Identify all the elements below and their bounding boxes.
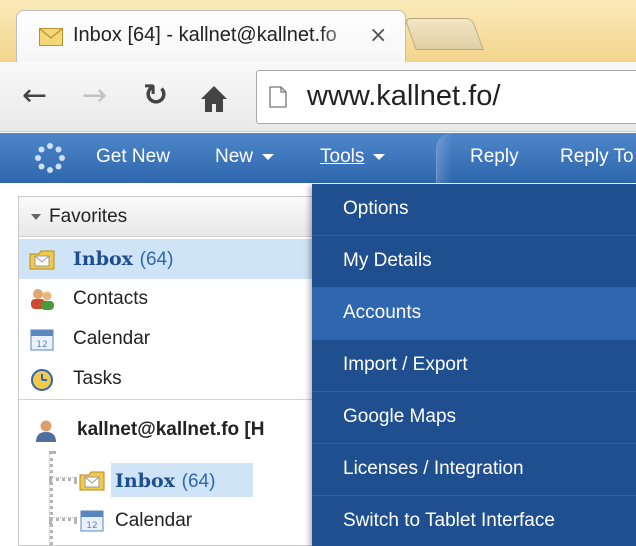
user-icon	[36, 420, 56, 442]
collapse-caret-icon	[31, 214, 41, 220]
chevron-down-icon	[262, 153, 275, 160]
inbox-label: Inbox	[115, 470, 175, 492]
browser-toolbar: ← → ↻ www.kallnet.fo/	[0, 62, 636, 132]
svg-text:12: 12	[36, 340, 47, 350]
menu-item-import-export[interactable]: Import / Export	[312, 340, 636, 392]
tools-label: Tools	[320, 146, 365, 167]
calendar-label: Calendar	[73, 328, 151, 349]
new-menu-button[interactable]: New	[215, 146, 275, 168]
get-new-button[interactable]: Get New	[96, 146, 170, 168]
menu-item-accounts[interactable]: Accounts	[312, 288, 636, 340]
close-icon[interactable]: ×	[369, 23, 387, 48]
account-inbox-label: Inbox (64)	[115, 470, 215, 493]
inbox-folder-icon	[79, 471, 105, 491]
tools-dropdown-menu: Options My Details Accounts Import / Exp…	[312, 184, 636, 546]
address-bar[interactable]: www.kallnet.fo/	[256, 70, 636, 124]
menu-item-label: Switch to Tablet Interface	[343, 510, 555, 531]
menu-item-licenses-integration[interactable]: Licenses / Integration	[312, 444, 636, 496]
reply-button[interactable]: Reply	[470, 146, 519, 168]
app-command-bar: Get New New Tools Reply Reply To	[0, 133, 636, 183]
menu-item-label: Accounts	[343, 302, 422, 323]
menu-item-label: Options	[343, 198, 409, 219]
menu-item-google-maps[interactable]: Google Maps	[312, 392, 636, 444]
new-tab-button[interactable]	[404, 18, 484, 50]
menu-item-label: Google Maps	[343, 406, 457, 427]
reply-to-button[interactable]: Reply To	[560, 146, 634, 168]
unread-count: (64)	[139, 249, 174, 270]
menu-item-label: Import / Export	[343, 354, 468, 375]
inbox-folder-icon	[29, 250, 55, 270]
calendar-icon: 12	[80, 510, 104, 532]
favorites-label: Favorites	[49, 206, 128, 227]
tasks-clock-icon	[31, 369, 53, 391]
spinner-dots-icon	[35, 143, 65, 173]
toolbar-divider	[436, 133, 452, 183]
envelope-icon	[39, 28, 63, 46]
account-label: kallnet@kallnet.fo [H	[77, 419, 265, 440]
unread-count: (64)	[181, 471, 216, 492]
svg-text:12: 12	[86, 521, 97, 531]
reload-icon[interactable]: ↻	[143, 78, 168, 114]
inbox-label: Inbox	[73, 248, 133, 270]
favorite-inbox-label: Inbox (64)	[73, 248, 173, 271]
tasks-label: Tasks	[73, 368, 122, 389]
menu-item-my-details[interactable]: My Details	[312, 236, 636, 288]
home-icon[interactable]	[200, 78, 228, 123]
tools-menu-button[interactable]: Tools	[320, 146, 386, 168]
menu-item-options[interactable]: Options	[312, 184, 636, 236]
menu-item-label: Licenses / Integration	[343, 458, 524, 479]
arrow-right-icon[interactable]: →	[82, 78, 107, 114]
tab-title: Inbox [64] - kallnet@kallnet.fo	[73, 24, 337, 46]
chevron-down-icon	[373, 153, 386, 160]
menu-item-switch-tablet[interactable]: Switch to Tablet Interface	[312, 496, 636, 546]
contacts-label: Contacts	[73, 288, 148, 309]
browser-tab-strip: Inbox [64] - kallnet@kallnet.fo ×	[0, 0, 636, 62]
contacts-icon	[31, 289, 54, 310]
calendar-label: Calendar	[115, 510, 193, 531]
calendar-icon: 12	[30, 329, 54, 351]
arrow-left-icon[interactable]: ←	[22, 78, 47, 114]
menu-item-label: My Details	[343, 250, 432, 271]
new-label: New	[215, 146, 254, 167]
url-text: www.kallnet.fo/	[307, 80, 501, 112]
page-icon	[269, 86, 287, 108]
browser-tab-inbox[interactable]: Inbox [64] - kallnet@kallnet.fo ×	[16, 10, 406, 62]
